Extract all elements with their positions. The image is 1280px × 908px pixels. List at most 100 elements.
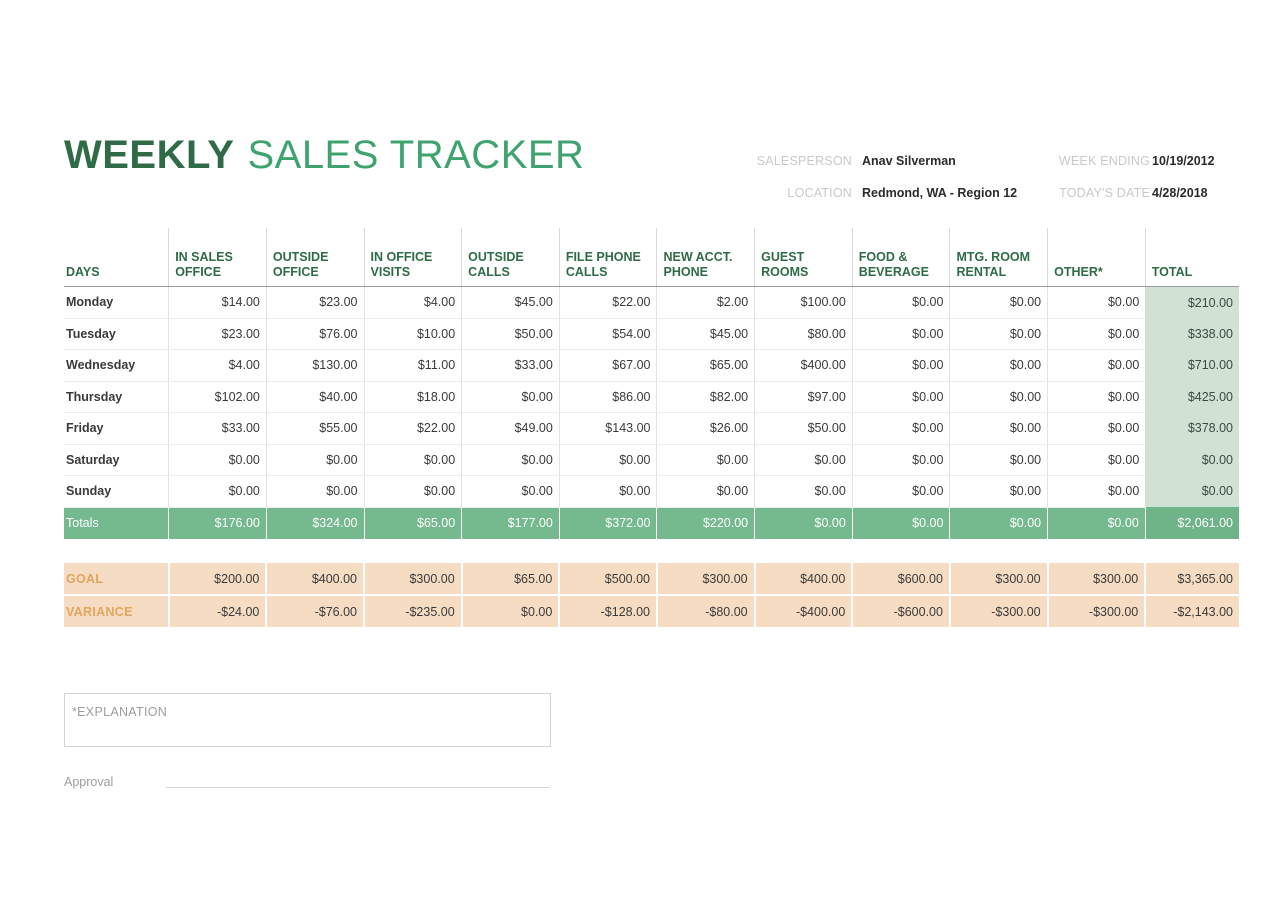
todays-date-value[interactable]: 4/28/2018 (1150, 186, 1245, 200)
cell-value[interactable]: $0.00 (1048, 476, 1146, 508)
totals-cell: $177.00 (462, 507, 560, 539)
day-label: Wednesday (64, 350, 169, 382)
cell-value[interactable]: $0.00 (169, 476, 267, 508)
cell-value[interactable]: $80.00 (755, 318, 853, 350)
goal-cell[interactable]: $400.00 (266, 563, 364, 595)
cell-value[interactable]: $0.00 (559, 476, 657, 508)
cell-value[interactable]: $86.00 (559, 381, 657, 413)
cell-value[interactable]: $2.00 (657, 287, 755, 319)
day-label: Thursday (64, 381, 169, 413)
cell-value[interactable]: $143.00 (559, 413, 657, 445)
cell-value[interactable]: $0.00 (950, 413, 1048, 445)
goal-cell[interactable]: $65.00 (462, 563, 560, 595)
goal-total: $3,365.00 (1145, 563, 1239, 595)
cell-value[interactable]: $0.00 (169, 444, 267, 476)
table-row: Saturday$0.00$0.00$0.00$0.00$0.00$0.00$0… (64, 444, 1239, 476)
cell-value[interactable]: $0.00 (852, 318, 950, 350)
location-value[interactable]: Redmond, WA - Region 12 (860, 186, 1050, 200)
goal-cell[interactable]: $300.00 (950, 563, 1048, 595)
cell-value[interactable]: $45.00 (657, 318, 755, 350)
goal-cell[interactable]: $300.00 (657, 563, 755, 595)
page-title-light: SALES TRACKER (247, 133, 584, 178)
cell-value[interactable]: $33.00 (169, 413, 267, 445)
cell-value[interactable]: $23.00 (169, 318, 267, 350)
cell-value[interactable]: $0.00 (364, 444, 462, 476)
cell-value[interactable]: $0.00 (1048, 287, 1146, 319)
cell-value[interactable]: $4.00 (364, 287, 462, 319)
cell-value[interactable]: $4.00 (169, 350, 267, 382)
cell-value[interactable]: $0.00 (266, 476, 364, 508)
cell-value[interactable]: $0.00 (1048, 318, 1146, 350)
explanation-input[interactable]: *EXPLANATION (64, 693, 551, 747)
day-label: Friday (64, 413, 169, 445)
cell-value[interactable]: $0.00 (559, 444, 657, 476)
cell-value[interactable]: $0.00 (950, 381, 1048, 413)
cell-value[interactable]: $50.00 (755, 413, 853, 445)
cell-value[interactable]: $0.00 (1048, 413, 1146, 445)
cell-value[interactable]: $40.00 (266, 381, 364, 413)
cell-value[interactable]: $82.00 (657, 381, 755, 413)
cell-value[interactable]: $0.00 (462, 444, 560, 476)
cell-value[interactable]: $54.00 (559, 318, 657, 350)
cell-value[interactable]: $0.00 (1048, 350, 1146, 382)
cell-value[interactable]: $0.00 (657, 476, 755, 508)
cell-value[interactable]: $0.00 (266, 444, 364, 476)
weekly-sales-tracker-sheet: WEEKLY SALES TRACKER SALESPERSON Anav Si… (0, 0, 1280, 908)
cell-value[interactable]: $0.00 (950, 350, 1048, 382)
cell-value[interactable]: $65.00 (657, 350, 755, 382)
cell-value[interactable]: $0.00 (1048, 381, 1146, 413)
cell-value[interactable]: $0.00 (852, 381, 950, 413)
cell-value[interactable]: $0.00 (950, 287, 1048, 319)
cell-value[interactable]: $0.00 (657, 444, 755, 476)
cell-value[interactable]: $100.00 (755, 287, 853, 319)
cell-value[interactable]: $130.00 (266, 350, 364, 382)
goal-cell[interactable]: $200.00 (169, 563, 267, 595)
cell-value[interactable]: $26.00 (657, 413, 755, 445)
cell-value[interactable]: $50.00 (462, 318, 560, 350)
cell-value[interactable]: $22.00 (559, 287, 657, 319)
goal-cell[interactable]: $500.00 (559, 563, 657, 595)
day-label: Sunday (64, 476, 169, 508)
cell-value[interactable]: $0.00 (755, 476, 853, 508)
cell-value[interactable]: $10.00 (364, 318, 462, 350)
goal-cell[interactable]: $300.00 (364, 563, 462, 595)
cell-value[interactable]: $14.00 (169, 287, 267, 319)
day-label: Monday (64, 287, 169, 319)
approval-signature-line[interactable] (166, 786, 550, 788)
goal-cell[interactable]: $400.00 (755, 563, 853, 595)
cell-value[interactable]: $11.00 (364, 350, 462, 382)
cell-value[interactable]: $0.00 (852, 476, 950, 508)
cell-value[interactable]: $0.00 (852, 350, 950, 382)
salesperson-value[interactable]: Anav Silverman (860, 154, 1050, 168)
cell-value[interactable]: $0.00 (950, 318, 1048, 350)
cell-value[interactable]: $0.00 (852, 413, 950, 445)
cell-value[interactable]: $18.00 (364, 381, 462, 413)
cell-value[interactable]: $0.00 (364, 476, 462, 508)
totals-label: Totals (64, 507, 169, 539)
cell-value[interactable]: $0.00 (755, 444, 853, 476)
cell-value[interactable]: $23.00 (266, 287, 364, 319)
cell-value[interactable]: $0.00 (950, 476, 1048, 508)
cell-value[interactable]: $0.00 (852, 444, 950, 476)
table-row: Thursday$102.00$40.00$18.00$0.00$86.00$8… (64, 381, 1239, 413)
cell-value[interactable]: $49.00 (462, 413, 560, 445)
cell-value[interactable]: $102.00 (169, 381, 267, 413)
cell-value[interactable]: $0.00 (462, 381, 560, 413)
cell-value[interactable]: $0.00 (950, 444, 1048, 476)
cell-value[interactable]: $67.00 (559, 350, 657, 382)
cell-value[interactable]: $76.00 (266, 318, 364, 350)
cell-value[interactable]: $22.00 (364, 413, 462, 445)
goal-cell[interactable]: $600.00 (852, 563, 950, 595)
cell-value[interactable]: $55.00 (266, 413, 364, 445)
week-ending-value[interactable]: 10/19/2012 (1150, 154, 1245, 168)
cell-value[interactable]: $0.00 (1048, 444, 1146, 476)
totals-cell: $65.00 (364, 507, 462, 539)
cell-value[interactable]: $33.00 (462, 350, 560, 382)
cell-value[interactable]: $97.00 (755, 381, 853, 413)
cell-value[interactable]: $45.00 (462, 287, 560, 319)
cell-value[interactable]: $400.00 (755, 350, 853, 382)
cell-value[interactable]: $0.00 (852, 287, 950, 319)
cell-value[interactable]: $0.00 (462, 476, 560, 508)
column-header-in-sales-office: IN SALES OFFICE (169, 228, 267, 287)
goal-cell[interactable]: $300.00 (1048, 563, 1146, 595)
